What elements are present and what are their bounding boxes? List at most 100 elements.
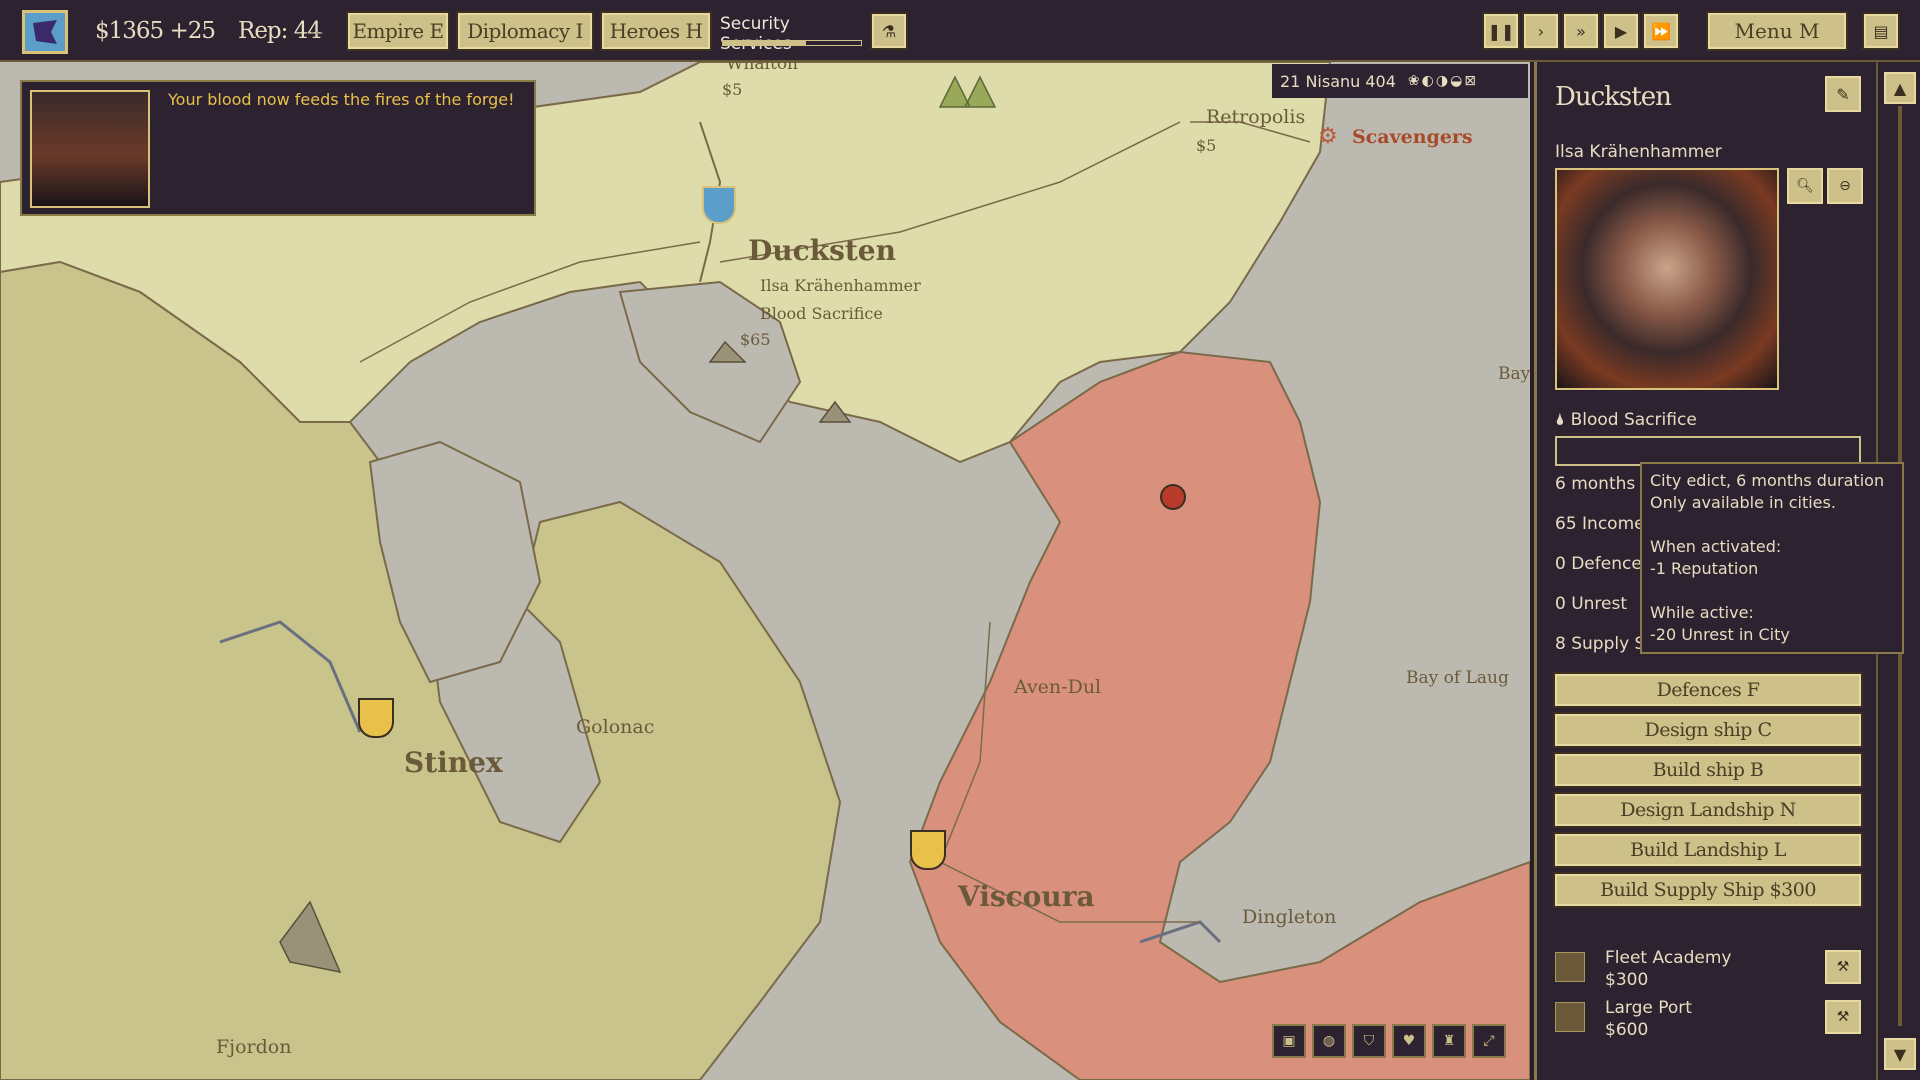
city-label-aven-dul[interactable]: Aven-Dul: [1014, 676, 1101, 698]
region-label-bay-of-laug: Bay of Laug: [1406, 668, 1509, 688]
menu-button[interactable]: Menu M: [1708, 13, 1846, 49]
governor-name: Ilsa Krähenhammer: [1555, 142, 1722, 162]
faction-flag-button[interactable]: [22, 10, 68, 54]
speed-4-button[interactable]: ⏩: [1644, 14, 1678, 48]
stat-duration: 6 months: [1555, 474, 1635, 494]
book-icon: ▤: [1873, 22, 1888, 41]
build-landship-button[interactable]: Build Landship L: [1555, 834, 1861, 866]
rename-city-button[interactable]: ✎: [1825, 76, 1861, 112]
moon-phase-icons: ❀◐◑◒⊠: [1408, 73, 1478, 89]
event-notification[interactable]: Your blood now feeds the fires of the fo…: [20, 80, 536, 216]
research-button[interactable]: ⚗: [872, 14, 906, 48]
stat-unrest: 0 Unrest: [1555, 594, 1627, 614]
city-label-stinex[interactable]: Stinex: [404, 746, 503, 779]
triangle-down-icon: ▼: [1894, 1045, 1906, 1064]
ducksten-banner-icon[interactable]: [702, 186, 736, 224]
tooltip-line: Only available in cities.: [1650, 492, 1894, 514]
tooltip-line: When activated:: [1650, 536, 1894, 558]
map-tool-minimap-button[interactable]: ▣: [1272, 1024, 1306, 1058]
money-display: $1365 +25: [95, 18, 215, 44]
city-label-dingleton[interactable]: Dingleton: [1242, 906, 1336, 928]
ducksten-income-label: $65: [740, 330, 771, 349]
edict-tooltip: City edict, 6 months duration Only avail…: [1640, 462, 1904, 654]
building-price: $300: [1605, 970, 1648, 990]
map-tool-expand-button[interactable]: ⤢: [1472, 1024, 1506, 1058]
reputation-display: Rep: 44: [238, 18, 321, 44]
city-label-ducksten[interactable]: Ducksten: [748, 234, 896, 267]
city-label-whalton[interactable]: Whalton: [726, 62, 798, 74]
empire-button[interactable]: Empire E: [348, 13, 448, 49]
city-label-retropolis[interactable]: Retropolis: [1206, 106, 1305, 128]
person-remove-icon: ⊖: [1839, 178, 1851, 194]
gear-icon: ⚙: [1318, 124, 1338, 149]
army-unit-icon[interactable]: [1160, 484, 1186, 510]
city-panel-title: Ducksten: [1555, 82, 1671, 112]
minimap-icon: ▣: [1282, 1033, 1295, 1049]
notification-message: Your blood now feeds the fires of the fo…: [168, 90, 515, 109]
active-edict: 🌢︎ Blood Sacrifice: [1555, 410, 1697, 430]
heart-icon: ♥: [1403, 1033, 1416, 1049]
speed-2-button[interactable]: »: [1564, 14, 1598, 48]
ducksten-hero-label: Ilsa Krähenhammer: [760, 276, 921, 295]
city-price-whalton: $5: [722, 80, 742, 99]
encyclopedia-button[interactable]: ▤: [1864, 14, 1898, 48]
defences-button[interactable]: Defences F: [1555, 674, 1861, 706]
city-label-golonac[interactable]: Golonac: [576, 716, 654, 738]
city-label-viscoura[interactable]: Viscoura: [958, 880, 1095, 913]
magnifier-icon: 🔍︎: [1796, 178, 1814, 194]
region-label-bay: Bay: [1498, 364, 1530, 384]
stinex-banner-icon[interactable]: [358, 698, 394, 738]
speed-1-button[interactable]: ›: [1524, 14, 1558, 48]
speed-4-icon: ⏩: [1651, 22, 1671, 41]
faction-flag-icon: [30, 17, 60, 47]
map-tool-tower-button[interactable]: ♜: [1432, 1024, 1466, 1058]
city-price-retropolis: $5: [1196, 136, 1216, 155]
viscoura-banner-icon[interactable]: [910, 830, 946, 870]
build-supply-ship-button[interactable]: Build Supply Ship $300: [1555, 874, 1861, 906]
expand-icon: ⤢: [1483, 1033, 1494, 1049]
scroll-up-button[interactable]: ▲: [1884, 72, 1916, 104]
speed-3-button[interactable]: ▶: [1604, 14, 1638, 48]
stat-supply: 8 Supply S: [1555, 634, 1645, 654]
security-progress-fill: [723, 41, 806, 45]
globe-icon: ◍: [1323, 1033, 1335, 1049]
diplomacy-button[interactable]: Diplomacy I: [458, 13, 592, 49]
city-label-fjordon[interactable]: Fjordon: [216, 1036, 291, 1058]
governor-portrait[interactable]: [1555, 168, 1779, 390]
speed-2-icon: »: [1576, 22, 1586, 41]
heroes-button[interactable]: Heroes H: [602, 13, 710, 49]
map-tool-heart-button[interactable]: ♥: [1392, 1024, 1426, 1058]
date-display: 21 Nisanu 404 ❀◐◑◒⊠: [1272, 64, 1528, 98]
map-tool-shield-button[interactable]: ⛉: [1352, 1024, 1386, 1058]
design-ship-button[interactable]: Design ship C: [1555, 714, 1861, 746]
date-text: 21 Nisanu 404: [1280, 72, 1396, 91]
ducksten-edict-label: Blood Sacrifice: [760, 304, 883, 323]
design-landship-button[interactable]: Design Landship N: [1555, 794, 1861, 826]
large-port-icon: [1555, 1002, 1585, 1032]
game-screen: $1365 +25 Rep: 44 … Empire E Diplomacy I…: [0, 0, 1920, 1080]
tooltip-line: While active:: [1650, 602, 1894, 624]
speed-3-icon: ▶: [1615, 22, 1627, 41]
inspect-governor-button[interactable]: 🔍︎: [1787, 168, 1823, 204]
fleet-academy-icon: [1555, 952, 1585, 982]
pause-button[interactable]: ❚❚: [1484, 14, 1518, 48]
building-fleet-academy: Fleet Academy $300 ⚒: [1555, 948, 1861, 992]
security-services-button[interactable]: Security Services: [720, 14, 866, 48]
map-tool-globe-button[interactable]: ◍: [1312, 1024, 1346, 1058]
triangle-up-icon: ▲: [1894, 79, 1906, 98]
flask-icon: ⚗: [882, 22, 896, 41]
faction-label-scavengers[interactable]: Scavengers: [1352, 126, 1473, 148]
tower-icon: ♜: [1443, 1033, 1456, 1049]
stat-income: 65 Income: [1555, 514, 1645, 534]
hammer-icon: ⚒: [1837, 959, 1850, 975]
build-large-port-button[interactable]: ⚒: [1825, 1000, 1861, 1034]
scroll-down-button[interactable]: ▼: [1884, 1038, 1916, 1070]
build-fleet-academy-button[interactable]: ⚒: [1825, 950, 1861, 984]
tooltip-line: City edict, 6 months duration: [1650, 470, 1894, 492]
dismiss-governor-button[interactable]: ⊖: [1827, 168, 1863, 204]
blood-drop-icon: 🌢︎: [1555, 410, 1565, 430]
building-price: $600: [1605, 1020, 1648, 1040]
tooltip-line: -1 Reputation: [1650, 558, 1894, 580]
build-ship-button[interactable]: Build ship B: [1555, 754, 1861, 786]
active-edict-name: Blood Sacrifice: [1571, 410, 1697, 430]
